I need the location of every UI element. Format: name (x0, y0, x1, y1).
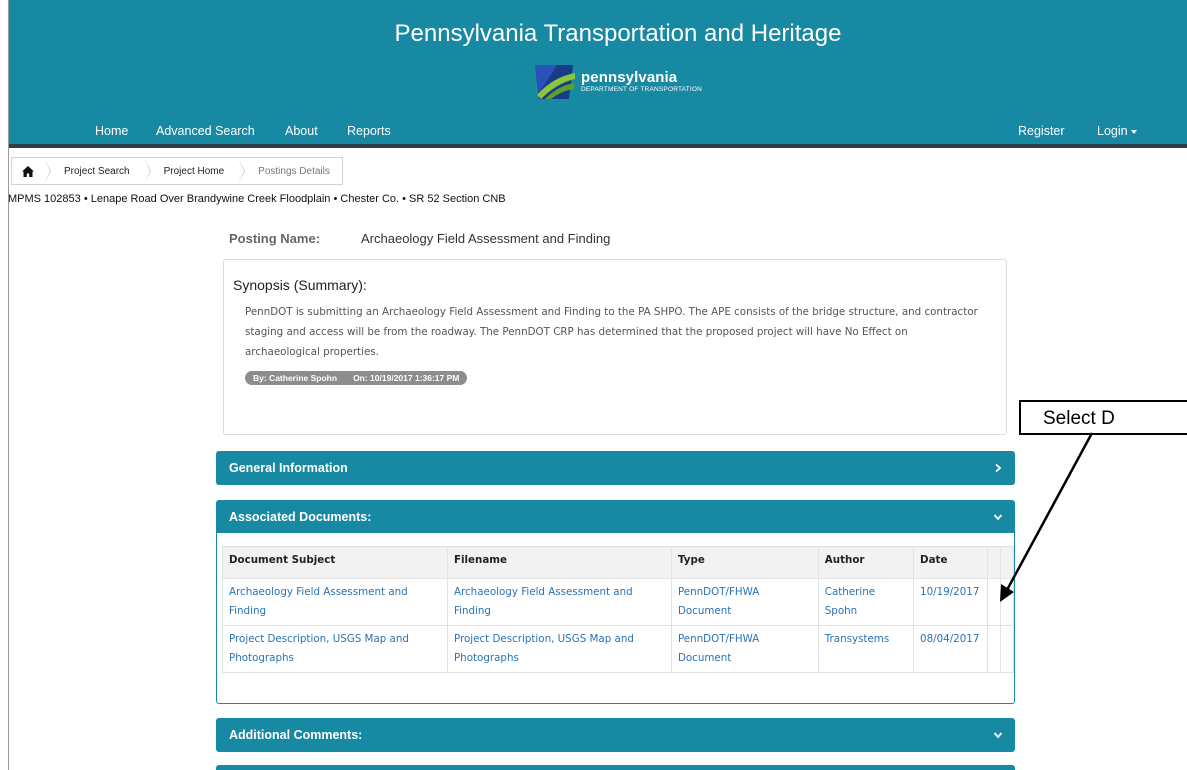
nav-reports[interactable]: Reports (347, 124, 391, 138)
doc-filename-link[interactable]: Archaeology Field Assessment and Finding (454, 586, 633, 617)
nav-register[interactable]: Register (1018, 124, 1065, 138)
panel-title: General Information (229, 461, 348, 475)
panel-general-information[interactable]: General Information (216, 451, 1015, 485)
keystone-logo-icon (535, 65, 575, 99)
doc-date-link[interactable]: 10/19/2017 (920, 586, 979, 598)
login-label: Login (1097, 124, 1128, 138)
panel-associated-documents[interactable]: Associated Documents: (216, 500, 1015, 534)
brand-subtitle: DEPARTMENT OF TRANSPORTATION (581, 86, 703, 94)
panel-title: Additional Comments: (229, 728, 363, 742)
chevron-down-icon (993, 514, 1003, 521)
documents-table: Document Subject Filename Type Author Da… (222, 546, 1015, 673)
col-type[interactable]: Type (670, 546, 819, 579)
nav-advanced-search[interactable]: Advanced Search (156, 124, 255, 138)
chevron-down-icon (993, 732, 1003, 739)
table-header-row: Document Subject Filename Type Author Da… (222, 546, 1015, 579)
nav-about[interactable]: About (285, 124, 318, 138)
main-nav: Home Advanced Search About Reports Regis… (9, 118, 1187, 144)
breadcrumb-postings-details: Postings Details (258, 165, 330, 177)
doc-type-link[interactable]: PennDOT/FHWA Document (678, 633, 759, 664)
doc-date-link[interactable]: 08/04/2017 (920, 633, 979, 645)
breadcrumb-home[interactable] (12, 158, 51, 184)
panel-title: Associated Documents: (229, 510, 372, 524)
author-on: On: 10/19/2017 1:36:17 PM (353, 373, 460, 383)
breadcrumb-project-search[interactable]: Project Search (44, 158, 151, 184)
penndot-logo[interactable]: pennsylvania DEPARTMENT OF TRANSPORTATIO… (531, 63, 702, 101)
page-left-border (8, 0, 9, 770)
nav-home[interactable]: Home (95, 124, 128, 138)
posting-name-label: Posting Name: (229, 231, 321, 246)
annotation-callout: Select D (1019, 400, 1187, 435)
doc-subject-link[interactable]: Project Description, USGS Map and Photogr… (229, 633, 409, 664)
panel-additional-comments[interactable]: Additional Comments: (216, 718, 1015, 752)
synopsis-title: Synopsis (Summary): (233, 277, 367, 293)
table-row: Project Description, USGS Map and Photogr… (222, 625, 1015, 673)
col-author[interactable]: Author (817, 546, 915, 579)
nav-bottom-rule (9, 144, 1187, 148)
doc-type-link[interactable]: PennDOT/FHWA Document (678, 586, 759, 617)
brand-name: pennsylvania (581, 69, 678, 87)
col-date[interactable]: Date (913, 546, 988, 579)
col-document-subject[interactable]: Document Subject (222, 546, 448, 579)
nav-login[interactable]: Login (1097, 124, 1137, 138)
home-icon (22, 165, 34, 177)
table-row: Archaeology Field Assessment and Finding … (222, 578, 1015, 626)
site-title: Pennsylvania Transportation and Heritage (394, 20, 842, 47)
breadcrumb-project-home[interactable]: Project Home (144, 158, 245, 184)
doc-author-link[interactable]: Catherine Spohn (825, 586, 875, 617)
project-identifier: MPMS 102853 • Lenape Road Over Brandywin… (8, 193, 506, 205)
col-spacer-1 (986, 546, 1001, 579)
col-filename[interactable]: Filename (446, 546, 672, 579)
doc-subject-link[interactable]: Archaeology Field Assessment and Finding (229, 586, 408, 617)
site-header: Pennsylvania Transportation and Heritage… (9, 0, 1187, 148)
doc-filename-link[interactable]: Project Description, USGS Map and Photogr… (454, 633, 634, 664)
associated-documents-body: Document Subject Filename Type Author Da… (216, 533, 1015, 704)
doc-author-link[interactable]: Transystems (825, 633, 889, 645)
col-spacer-2 (999, 546, 1015, 579)
synopsis-card: Synopsis (Summary): PennDOT is submittin… (223, 259, 1007, 435)
chevron-right-icon (995, 463, 1002, 473)
annotation-callout-text: Select D (1043, 408, 1115, 429)
author-badge: By: Catherine Spohn On: 10/19/2017 1:36:1… (245, 371, 468, 385)
synopsis-text: PennDOT is submitting an Archaeology Fie… (245, 306, 978, 358)
posting-name-value: Archaeology Field Assessment and Finding (361, 231, 611, 246)
author-by: By: Catherine Spohn (253, 373, 338, 383)
caret-down-icon (1130, 129, 1137, 134)
breadcrumb: Project Search Project Home Postings Det… (11, 157, 343, 185)
panel-next-collapsed[interactable] (216, 765, 1015, 770)
